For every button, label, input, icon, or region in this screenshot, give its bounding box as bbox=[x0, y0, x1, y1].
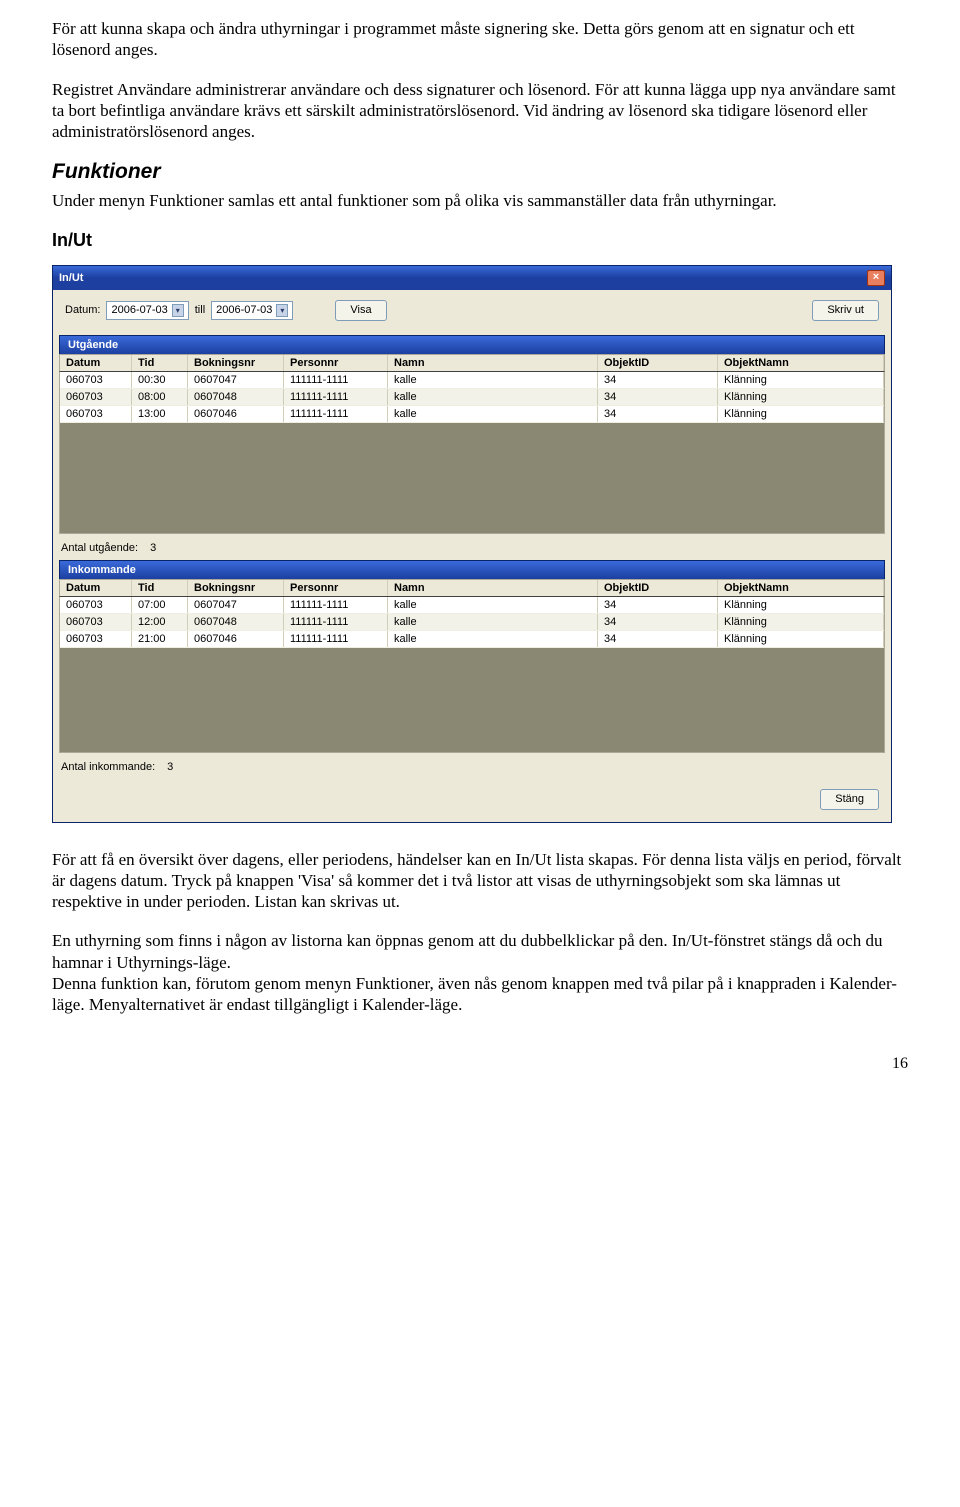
cell-namn: kalle bbox=[388, 597, 598, 613]
chevron-down-icon[interactable]: ▾ bbox=[172, 304, 184, 317]
cell-personnr: 111111-1111 bbox=[284, 406, 388, 422]
cell-personnr: 111111-1111 bbox=[284, 597, 388, 613]
cell-datum: 060703 bbox=[60, 389, 132, 405]
date-from-value: 2006-07-03 bbox=[111, 304, 167, 316]
cell-namn: kalle bbox=[388, 614, 598, 630]
inkommande-group: Inkommande Datum Tid Bokningsnr Personnr… bbox=[59, 560, 885, 753]
cell-personnr: 111111-1111 bbox=[284, 631, 388, 647]
description-paragraph-1: För att få en översikt över dagens, elle… bbox=[52, 849, 908, 913]
intro-paragraph-2: Registret Användare administrerar använd… bbox=[52, 79, 908, 143]
cell-objektnamn: Klänning bbox=[718, 597, 884, 613]
inkommande-header: Inkommande bbox=[59, 560, 885, 579]
cell-objektid: 34 bbox=[598, 372, 718, 388]
col-tid[interactable]: Tid bbox=[132, 355, 188, 371]
date-to-input[interactable]: 2006-07-03 ▾ bbox=[211, 301, 293, 320]
cell-tid: 07:00 bbox=[132, 597, 188, 613]
description-paragraph-3: Denna funktion kan, förutom genom menyn … bbox=[52, 973, 908, 1016]
col-namn[interactable]: Namn bbox=[388, 355, 598, 371]
window-titlebar: In/Ut × bbox=[53, 266, 891, 290]
cell-objektnamn: Klänning bbox=[718, 406, 884, 422]
cell-datum: 060703 bbox=[60, 406, 132, 422]
cell-objektid: 34 bbox=[598, 389, 718, 405]
utgaende-group: Utgående Datum Tid Bokningsnr Personnr N… bbox=[59, 335, 885, 534]
date-from-input[interactable]: 2006-07-03 ▾ bbox=[106, 301, 188, 320]
cell-datum: 060703 bbox=[60, 597, 132, 613]
cell-tid: 00:30 bbox=[132, 372, 188, 388]
datum-label: Datum: bbox=[65, 304, 100, 316]
table-row[interactable]: 06070313:000607046111111-1111kalle34Klän… bbox=[60, 406, 884, 423]
cell-objektnamn: Klänning bbox=[718, 372, 884, 388]
cell-tid: 21:00 bbox=[132, 631, 188, 647]
cell-bokningsnr: 0607047 bbox=[188, 597, 284, 613]
page-number: 16 bbox=[52, 1055, 908, 1073]
table-row[interactable]: 06070308:000607048111111-1111kalle34Klän… bbox=[60, 389, 884, 406]
col-personnr[interactable]: Personnr bbox=[284, 355, 388, 371]
window-title: In/Ut bbox=[59, 272, 867, 284]
cell-bokningsnr: 0607048 bbox=[188, 614, 284, 630]
inut-window: In/Ut × Datum: 2006-07-03 ▾ till 2006-07… bbox=[52, 265, 892, 823]
table-row[interactable]: 06070307:000607047111111-1111kalle34Klän… bbox=[60, 597, 884, 614]
stang-button[interactable]: Stäng bbox=[820, 789, 879, 810]
heading-inut: In/Ut bbox=[52, 230, 908, 251]
col-objektid[interactable]: ObjektID bbox=[598, 355, 718, 371]
cell-tid: 12:00 bbox=[132, 614, 188, 630]
col-namn[interactable]: Namn bbox=[388, 580, 598, 596]
utgaende-count: Antal utgående: 3 bbox=[53, 534, 891, 560]
intro-paragraph-1: För att kunna skapa och ändra uthyrninga… bbox=[52, 18, 908, 61]
table-row[interactable]: 06070321:000607046111111-1111kalle34Klän… bbox=[60, 631, 884, 648]
inkommande-column-header: Datum Tid Bokningsnr Personnr Namn Objek… bbox=[59, 579, 885, 597]
cell-personnr: 111111-1111 bbox=[284, 372, 388, 388]
date-to-value: 2006-07-03 bbox=[216, 304, 272, 316]
chevron-down-icon[interactable]: ▾ bbox=[276, 304, 288, 317]
heading-funktioner: Funktioner bbox=[52, 160, 908, 184]
description-paragraph-2: En uthyrning som finns i någon av listor… bbox=[52, 930, 908, 973]
cell-personnr: 111111-1111 bbox=[284, 389, 388, 405]
cell-objektid: 34 bbox=[598, 631, 718, 647]
till-label: till bbox=[195, 304, 205, 316]
funktioner-paragraph: Under menyn Funktioner samlas ett antal … bbox=[52, 190, 908, 211]
table-row[interactable]: 06070312:000607048111111-1111kalle34Klän… bbox=[60, 614, 884, 631]
cell-datum: 060703 bbox=[60, 631, 132, 647]
col-objektid[interactable]: ObjektID bbox=[598, 580, 718, 596]
toolbar: Datum: 2006-07-03 ▾ till 2006-07-03 ▾ Vi… bbox=[53, 290, 891, 335]
cell-namn: kalle bbox=[388, 389, 598, 405]
cell-datum: 060703 bbox=[60, 614, 132, 630]
cell-datum: 060703 bbox=[60, 372, 132, 388]
cell-bokningsnr: 0607047 bbox=[188, 372, 284, 388]
cell-objektid: 34 bbox=[598, 406, 718, 422]
cell-bokningsnr: 0607046 bbox=[188, 631, 284, 647]
utgaende-header: Utgående bbox=[59, 335, 885, 354]
col-datum[interactable]: Datum bbox=[60, 355, 132, 371]
inkommande-count: Antal inkommande: 3 bbox=[53, 753, 891, 779]
col-tid[interactable]: Tid bbox=[132, 580, 188, 596]
skrivut-button[interactable]: Skriv ut bbox=[812, 300, 879, 321]
utgaende-count-label: Antal utgående: bbox=[61, 542, 138, 554]
visa-button[interactable]: Visa bbox=[335, 300, 386, 321]
col-personnr[interactable]: Personnr bbox=[284, 580, 388, 596]
utgaende-column-header: Datum Tid Bokningsnr Personnr Namn Objek… bbox=[59, 354, 885, 372]
cell-personnr: 111111-1111 bbox=[284, 614, 388, 630]
inkommande-count-value: 3 bbox=[167, 761, 173, 773]
cell-objektnamn: Klänning bbox=[718, 614, 884, 630]
cell-objektnamn: Klänning bbox=[718, 389, 884, 405]
close-icon[interactable]: × bbox=[867, 270, 885, 286]
table-row[interactable]: 06070300:300607047111111-1111kalle34Klän… bbox=[60, 372, 884, 389]
col-objektnamn[interactable]: ObjektNamn bbox=[718, 580, 884, 596]
cell-objektid: 34 bbox=[598, 597, 718, 613]
cell-namn: kalle bbox=[388, 631, 598, 647]
cell-tid: 13:00 bbox=[132, 406, 188, 422]
inkommande-count-label: Antal inkommande: bbox=[61, 761, 155, 773]
col-objektnamn[interactable]: ObjektNamn bbox=[718, 355, 884, 371]
col-datum[interactable]: Datum bbox=[60, 580, 132, 596]
cell-objektid: 34 bbox=[598, 614, 718, 630]
cell-objektnamn: Klänning bbox=[718, 631, 884, 647]
cell-namn: kalle bbox=[388, 406, 598, 422]
col-bokningsnr[interactable]: Bokningsnr bbox=[188, 580, 284, 596]
col-bokningsnr[interactable]: Bokningsnr bbox=[188, 355, 284, 371]
cell-namn: kalle bbox=[388, 372, 598, 388]
cell-bokningsnr: 0607046 bbox=[188, 406, 284, 422]
cell-tid: 08:00 bbox=[132, 389, 188, 405]
utgaende-count-value: 3 bbox=[150, 542, 156, 554]
cell-bokningsnr: 0607048 bbox=[188, 389, 284, 405]
